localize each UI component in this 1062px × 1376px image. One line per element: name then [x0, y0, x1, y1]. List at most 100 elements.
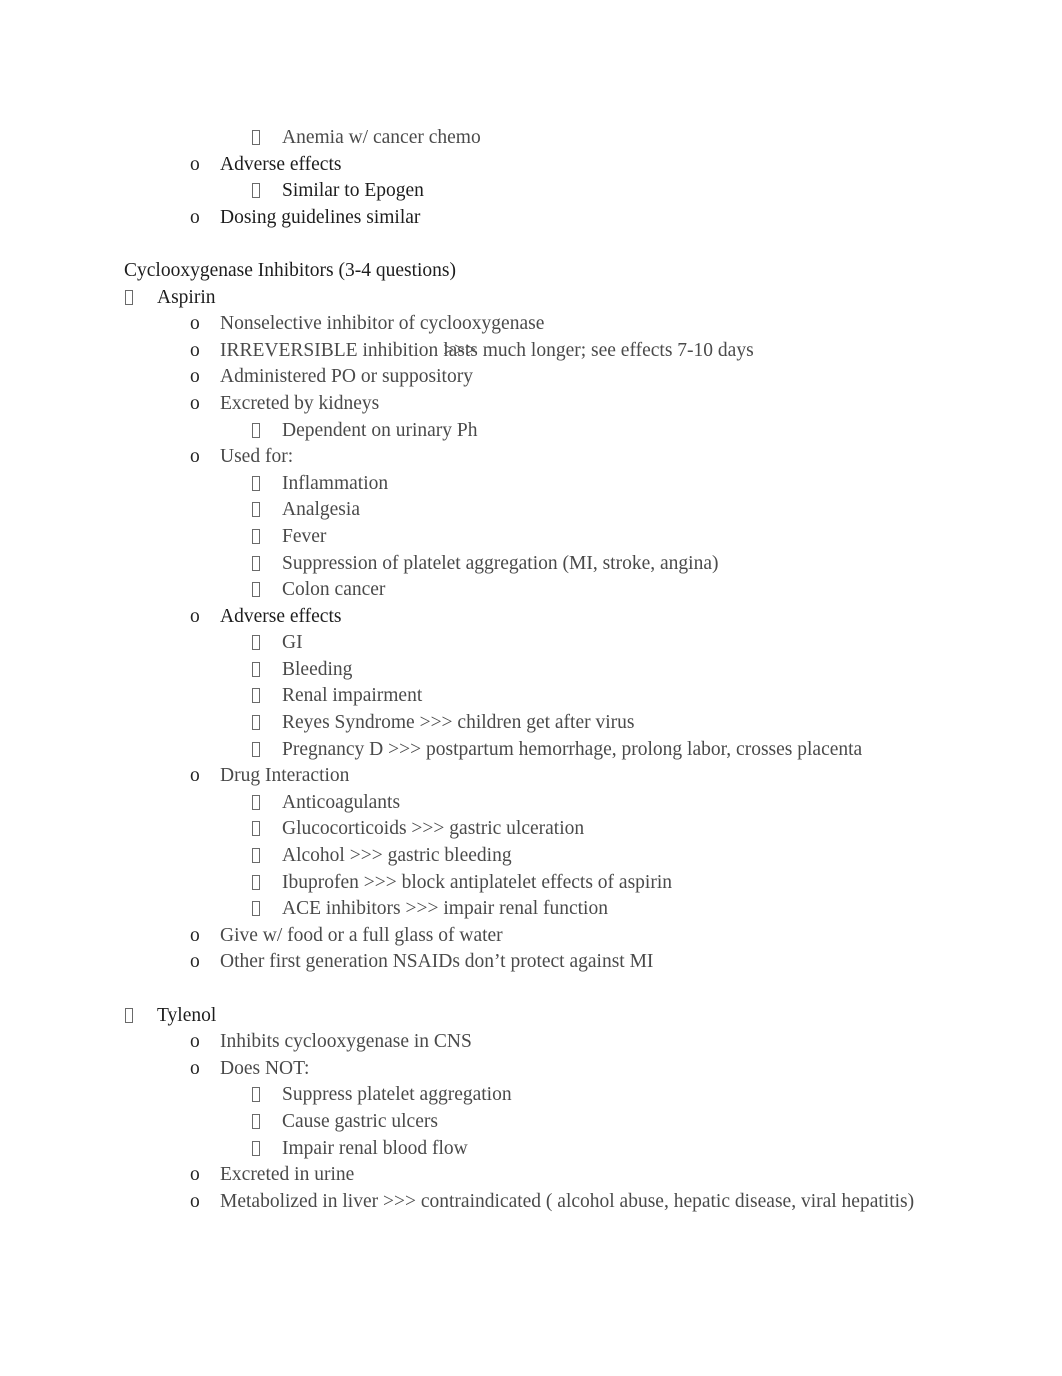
list-item-label: Impair renal blood flow — [282, 1137, 468, 1159]
list-item-label: Similar to Epogen — [282, 180, 424, 202]
list-item-label: Excreted by kidneys — [220, 392, 380, 414]
list-item-label: Used for: — [220, 446, 294, 468]
circle-marker-icon: o — [190, 765, 200, 787]
circle-marker-icon: o — [190, 339, 200, 361]
circle-marker-icon: o — [190, 153, 200, 175]
list-item-label: Nonselective inhibitor of cyclooxygenase — [220, 313, 545, 335]
document-page: Anemia w/ cancer chemo o Adverse effects … — [0, 0, 1062, 1376]
list-item: Analgesia — [124, 497, 942, 524]
bullet-box-icon — [252, 551, 282, 578]
bullet-box-icon — [252, 870, 282, 897]
list-item-label: Administered PO or suppository — [220, 366, 473, 388]
list-item: o Other first generation NSAIDs don’t pro… — [124, 949, 942, 976]
list-item: o Adverse effects — [124, 152, 942, 179]
list-item-label: Fever — [282, 525, 327, 547]
list-item: Pregnancy D >>> postpartum hemorrhage, p… — [124, 737, 942, 764]
bullet-box-icon — [252, 418, 282, 445]
bullet-box-icon — [252, 125, 282, 152]
list-item-label: Dosing guidelines similar — [220, 206, 421, 228]
list-item-label: ACE inhibitors >>> impair renal function — [282, 898, 608, 920]
list-item: Similar to Epogen — [124, 178, 942, 205]
circle-marker-icon: o — [190, 446, 200, 468]
bullet-box-icon — [252, 630, 282, 657]
bullet-box-icon — [252, 471, 282, 498]
list-item: Inflammation — [124, 471, 942, 498]
section-heading: Cyclooxygenase Inhibitors (3-4 questions… — [124, 259, 456, 281]
list-item: Cause gastric ulcers — [124, 1109, 942, 1136]
bullet-box-icon — [252, 178, 282, 205]
list-item-label: Renal impairment — [282, 685, 423, 707]
list-item: Alcohol >>> gastric bleeding — [124, 843, 942, 870]
circle-marker-icon: o — [190, 951, 200, 973]
list-item: o Metabolized in liver >>> contraindicate… — [124, 1189, 942, 1216]
list-item-label: GI — [282, 632, 303, 654]
list-item: o Inhibits cyclooxygenase in CNS — [124, 1029, 942, 1056]
circle-marker-icon: o — [190, 1031, 200, 1053]
list-item-label: Excreted in urine — [220, 1164, 355, 1186]
list-item: o Administered PO or suppository — [124, 364, 942, 391]
list-item-label: Adverse effects — [220, 605, 342, 627]
list-item-label: Other first generation NSAIDs don’t prot… — [220, 951, 654, 973]
bullet-box-icon — [252, 790, 282, 817]
bullet-box-icon — [252, 657, 282, 684]
bullet-box-icon — [252, 577, 282, 604]
list-item: Reyes Syndrome >>> children get after vi… — [124, 710, 942, 737]
list-item: o IRREVERSIBLE inhibition >>>lasts much l… — [124, 338, 942, 365]
bullet-box-icon — [125, 1003, 157, 1030]
list-item: Ibuprofen >>> block antiplatelet effects… — [124, 870, 942, 897]
list-item-label: Suppress platelet aggregation — [282, 1084, 512, 1106]
list-item: Anticoagulants — [124, 790, 942, 817]
bullet-box-icon — [252, 843, 282, 870]
list-item-label: Dependent on urinary Ph — [282, 419, 478, 441]
list-item: o Excreted by kidneys — [124, 391, 942, 418]
circle-marker-icon: o — [190, 605, 200, 627]
bullet-box-icon — [252, 1136, 282, 1163]
list-item-label-prefix: IRREVERSIBLE inhibition — [220, 339, 444, 361]
list-item: Glucocorticoids >>> gastric ulceration — [124, 816, 942, 843]
list-item-tylenol: Tylenol — [124, 1003, 942, 1030]
circle-marker-icon: o — [190, 1190, 200, 1212]
list-item: o Dosing guidelines similar — [124, 205, 942, 232]
list-item: Anemia w/ cancer chemo — [124, 125, 942, 152]
circle-marker-icon: o — [190, 366, 200, 388]
list-item: Colon cancer — [124, 577, 942, 604]
list-item-label: Cause gastric ulcers — [282, 1110, 438, 1132]
list-item-label: Metabolized in liver >>> contraindicated… — [220, 1190, 915, 1212]
list-item: GI — [124, 630, 942, 657]
circle-marker-icon: o — [190, 1057, 200, 1079]
list-item: Impair renal blood flow — [124, 1136, 942, 1163]
bullet-box-icon — [252, 710, 282, 737]
list-item-label: Drug Interaction — [220, 765, 350, 787]
list-item-label: Inhibits cyclooxygenase in CNS — [220, 1031, 472, 1053]
list-item-label: Anticoagulants — [282, 791, 401, 813]
list-item-label-suffix: lasts much longer; see effects 7-10 days — [443, 339, 754, 361]
list-item: o Does NOT: — [124, 1056, 942, 1083]
list-item-label: Give w/ food or a full glass of water — [220, 924, 503, 946]
list-item-label: Bleeding — [282, 658, 353, 680]
bullet-box-icon — [252, 497, 282, 524]
circle-marker-icon: o — [190, 313, 200, 335]
list-item-label: Anemia w/ cancer chemo — [282, 127, 481, 148]
document-body: Anemia w/ cancer chemo o Adverse effects … — [124, 125, 942, 1215]
list-item-aspirin: Aspirin — [124, 285, 942, 312]
drug-title: Tylenol — [157, 1004, 217, 1026]
list-item-label: Ibuprofen >>> block antiplatelet effects… — [282, 871, 672, 893]
list-item-label: Analgesia — [282, 499, 360, 521]
bullet-box-icon — [252, 1109, 282, 1136]
list-item-label: Reyes Syndrome >>> children get after vi… — [282, 712, 635, 734]
list-item-label: Inflammation — [282, 472, 389, 494]
circle-marker-icon: o — [190, 924, 200, 946]
bullet-box-icon — [252, 737, 282, 764]
list-item-label: Adverse effects — [220, 153, 342, 175]
bullet-box-icon — [252, 816, 282, 843]
list-item: o Excreted in urine — [124, 1162, 942, 1189]
list-item: o Adverse effects — [124, 604, 942, 631]
bullet-box-icon — [252, 1082, 282, 1109]
list-item: o Give w/ food or a full glass of water — [124, 923, 942, 950]
list-item: Renal impairment — [124, 683, 942, 710]
list-item-label: Alcohol >>> gastric bleeding — [282, 845, 512, 867]
list-item: ACE inhibitors >>> impair renal function — [124, 896, 942, 923]
bullet-box-icon — [125, 285, 157, 312]
